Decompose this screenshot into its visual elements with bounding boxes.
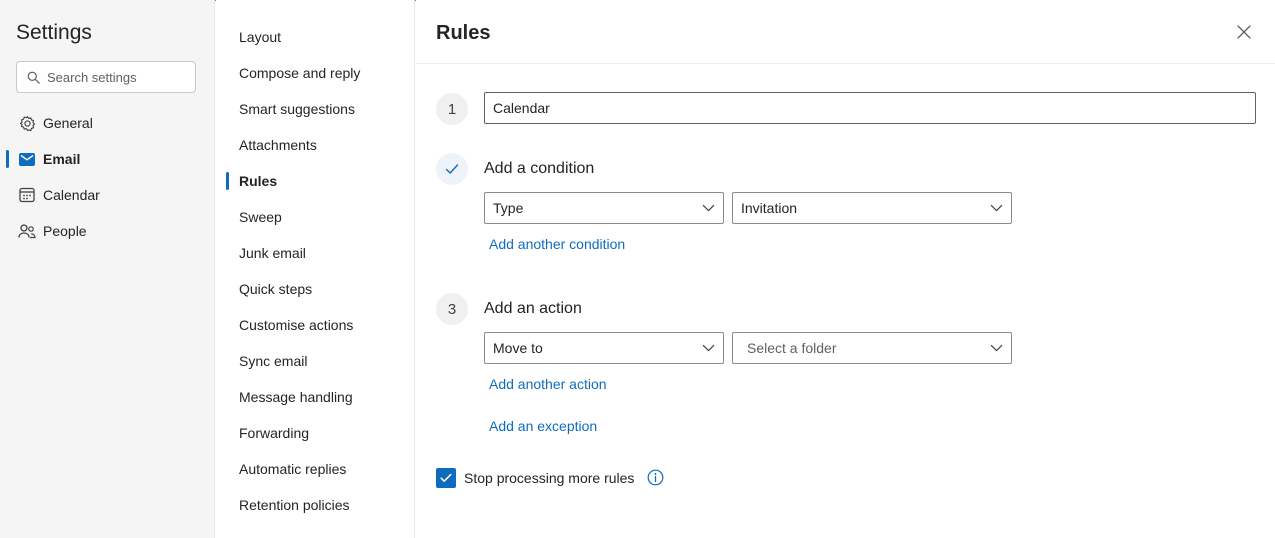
menu-item-label: Retention policies <box>239 497 350 513</box>
close-icon <box>1237 25 1251 39</box>
settings-sidebar: Settings General Email C <box>0 0 215 538</box>
dropdown-value: Invitation <box>741 200 798 216</box>
stop-processing-label: Stop processing more rules <box>464 470 635 486</box>
menu-item-sync-email[interactable]: Sync email <box>216 343 415 379</box>
chevron-down-icon <box>702 344 715 352</box>
dropdown-value: Type <box>493 200 524 216</box>
rule-name-input[interactable] <box>484 92 1256 124</box>
settings-window: Settings General Email C <box>0 0 1275 538</box>
dropdown-placeholder: Select a folder <box>747 340 837 356</box>
nav-item-label: People <box>43 223 87 239</box>
nav-item-calendar[interactable]: Calendar <box>0 177 215 213</box>
menu-item-label: Smart suggestions <box>239 101 355 117</box>
menu-item-smart-suggestions[interactable]: Smart suggestions <box>216 91 415 127</box>
nav-item-people[interactable]: People <box>0 213 215 249</box>
menu-item-compose-and-reply[interactable]: Compose and reply <box>216 55 415 91</box>
menu-item-customise-actions[interactable]: Customise actions <box>216 307 415 343</box>
menu-item-label: Rules <box>239 173 278 189</box>
menu-item-label: Customise actions <box>239 317 354 333</box>
menu-item-label: Layout <box>239 29 282 45</box>
menu-item-label: Quick steps <box>239 281 313 297</box>
step-3-indicator: 3 <box>436 293 468 325</box>
step-1-indicator: 1 <box>436 93 468 125</box>
add-exception-link[interactable]: Add an exception <box>489 418 597 434</box>
menu-item-attachments[interactable]: Attachments <box>216 127 415 163</box>
add-another-condition-link[interactable]: Add another condition <box>489 236 625 252</box>
chevron-down-icon <box>990 204 1003 212</box>
people-icon <box>18 222 36 240</box>
menu-item-label: Attachments <box>239 137 317 153</box>
menu-item-automatic-replies[interactable]: Automatic replies <box>216 451 415 487</box>
menu-item-label: Sync email <box>239 353 308 369</box>
dropdown-value: Move to <box>493 340 543 356</box>
nav-item-label: Email <box>43 151 81 167</box>
menu-item-sweep[interactable]: Sweep <box>216 199 415 235</box>
stop-processing-checkbox[interactable] <box>436 468 456 488</box>
calendar-icon <box>18 186 36 204</box>
menu-item-label: Forwarding <box>239 425 310 441</box>
mail-icon <box>18 150 36 168</box>
menu-item-layout[interactable]: Layout <box>216 19 415 55</box>
condition-type-dropdown[interactable]: Type <box>484 192 724 224</box>
menu-item-retention-policies[interactable]: Retention policies <box>216 487 415 523</box>
rules-editor: Rules 1 Add a condition Type Invitation … <box>416 0 1275 538</box>
add-another-action-link[interactable]: Add another action <box>489 376 607 392</box>
checkmark-icon <box>440 473 452 482</box>
menu-item-label: Junk email <box>239 245 306 261</box>
menu-item-label: Message handling <box>239 389 353 405</box>
email-settings-list: Layout Compose and reply Smart suggestio… <box>216 19 415 523</box>
menu-item-label: Automatic replies <box>239 461 347 477</box>
menu-item-label: Sweep <box>239 209 282 225</box>
step-2-indicator <box>436 153 468 185</box>
settings-nav: General Email Calendar People <box>0 105 215 249</box>
chevron-down-icon <box>990 344 1003 352</box>
menu-item-label: Compose and reply <box>239 65 361 81</box>
menu-item-rules[interactable]: Rules <box>216 163 415 199</box>
chevron-down-icon <box>702 204 715 212</box>
nav-item-label: Calendar <box>43 187 100 203</box>
email-settings-menu: Layout Compose and reply Smart suggestio… <box>216 0 415 538</box>
info-icon[interactable] <box>647 469 664 486</box>
nav-item-label: General <box>43 115 93 131</box>
nav-item-email[interactable]: Email <box>0 141 215 177</box>
menu-item-message-handling[interactable]: Message handling <box>216 379 415 415</box>
header-divider <box>416 63 1275 64</box>
search-settings-box[interactable] <box>16 61 196 93</box>
condition-step-label: Add a condition <box>484 160 595 177</box>
close-button[interactable] <box>1234 22 1254 42</box>
folder-dropdown[interactable]: Select a folder <box>732 332 1012 364</box>
condition-value-dropdown[interactable]: Invitation <box>732 192 1012 224</box>
search-icon <box>27 71 40 84</box>
search-input[interactable] <box>47 69 187 85</box>
checkmark-icon <box>445 164 459 174</box>
settings-title: Settings <box>16 21 92 44</box>
nav-item-general[interactable]: General <box>0 105 215 141</box>
gear-icon <box>18 114 36 132</box>
page-title: Rules <box>436 22 491 44</box>
menu-item-quick-steps[interactable]: Quick steps <box>216 271 415 307</box>
menu-item-forwarding[interactable]: Forwarding <box>216 415 415 451</box>
action-type-dropdown[interactable]: Move to <box>484 332 724 364</box>
menu-item-junk-email[interactable]: Junk email <box>216 235 415 271</box>
action-step-label: Add an action <box>484 300 582 317</box>
